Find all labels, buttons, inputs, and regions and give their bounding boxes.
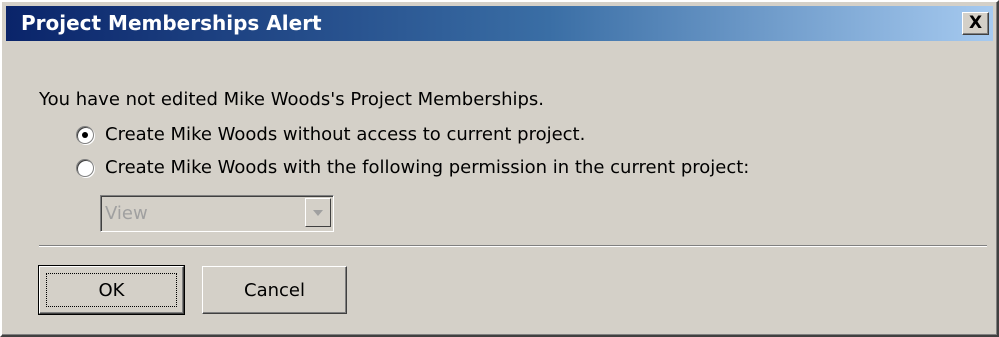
ok-button[interactable]: OK <box>38 265 185 315</box>
cancel-button-label: Cancel <box>244 279 305 301</box>
option-without-access-label: Create Mike Woods without access to curr… <box>105 124 586 145</box>
separator <box>39 245 987 247</box>
permission-select-value: View <box>105 203 148 224</box>
close-icon: X <box>968 13 983 33</box>
title-bar[interactable]: Project Memberships Alert X <box>6 6 993 41</box>
close-button[interactable]: X <box>962 12 989 35</box>
alert-dialog: Project Memberships Alert X You have not… <box>0 0 999 337</box>
alert-message: You have not edited Mike Woods's Project… <box>39 89 545 110</box>
radio-without-access[interactable] <box>76 125 94 144</box>
chevron-down-icon[interactable] <box>305 198 331 227</box>
cancel-button[interactable]: Cancel <box>202 266 347 314</box>
option-with-permission[interactable]: Create Mike Woods with the following per… <box>76 157 749 178</box>
dialog-title: Project Memberships Alert <box>21 11 322 35</box>
permission-select[interactable]: View <box>100 195 334 232</box>
option-with-permission-label: Create Mike Woods with the following per… <box>105 157 750 178</box>
radio-with-permission[interactable] <box>76 158 94 177</box>
option-without-access[interactable]: Create Mike Woods without access to curr… <box>76 124 585 145</box>
ok-button-label: OK <box>98 279 125 301</box>
